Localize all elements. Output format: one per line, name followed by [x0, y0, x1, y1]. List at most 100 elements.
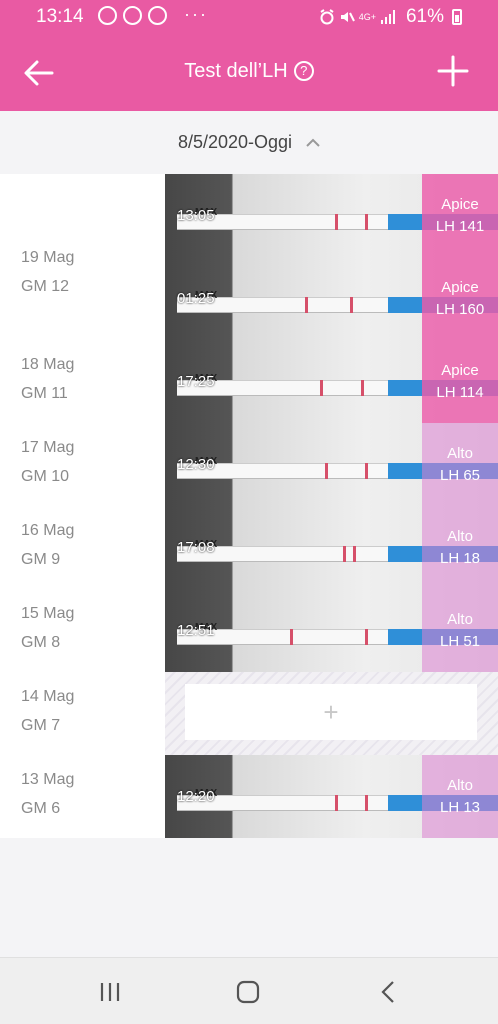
signal-icon — [380, 10, 395, 24]
lh-level: Alto — [447, 611, 473, 628]
page-title: Test dell’LH? — [0, 60, 498, 83]
test-strip-photo[interactable]: MAX 17:08 Alto LH 18 — [165, 506, 498, 589]
test-time: 13:05 — [177, 207, 215, 224]
day-cell: 19 Mag GM 12 — [0, 249, 165, 340]
test-row: 18 Mag GM 11 MAX 17:25 Apice LH 114 — [0, 340, 498, 423]
day-cell — [0, 174, 165, 257]
day-cell: 18 Mag GM 11 — [0, 340, 165, 423]
day-label: 15 Mag — [21, 605, 75, 622]
test-row: MAX 13:05 Apice LH 141 — [0, 174, 498, 257]
day-cell: 14 Mag GM 7 — [0, 672, 165, 755]
test-row: 16 Mag GM 9 MAX 17:08 Alto LH 18 — [0, 506, 498, 589]
more-notifications: ··· — [184, 4, 208, 24]
lh-result-badge: Alto LH 65 — [422, 423, 498, 506]
lh-value: LH 160 — [435, 301, 485, 318]
cycle-day-label: GM 8 — [21, 634, 61, 651]
test-line — [365, 463, 368, 479]
chrome-icon — [148, 6, 167, 25]
test-time: 17:25 — [177, 373, 215, 390]
test-strip-photo[interactable]: MAX 01:25 Apice LH 160 — [165, 257, 498, 340]
lh-value: LH 114 — [436, 384, 484, 401]
lh-level: Alto — [447, 777, 473, 794]
test-strip-photo[interactable]: MAX 17:25 Apice LH 114 — [165, 340, 498, 423]
alarm-icon — [320, 9, 334, 25]
cycle-day-label: GM 10 — [21, 468, 70, 485]
test-line — [361, 380, 364, 396]
day-label: 14 Mag — [21, 688, 75, 705]
lh-result-badge: Alto LH 13 — [422, 755, 498, 838]
test-line — [365, 629, 368, 645]
lh-level: Apice — [441, 279, 479, 296]
cycle-day-label: GM 12 — [21, 278, 70, 295]
add-test-button[interactable]: + — [185, 684, 477, 740]
status-bar: 13:14 ··· 4G+ 61% — [0, 0, 498, 34]
lh-result-badge: Apice LH 114 — [422, 340, 498, 423]
test-strip-photo[interactable]: MAX 13:05 Apice LH 141 — [165, 174, 498, 257]
test-time: 12:51 — [177, 622, 215, 639]
lh-level: Apice — [441, 362, 479, 379]
add-icon[interactable] — [436, 54, 470, 88]
cycle-day-label: GM 6 — [21, 800, 61, 817]
battery-icon — [452, 9, 462, 25]
test-row: 13 Mag GM 6 MAX 12:20 Alto LH 13 — [0, 755, 498, 838]
lh-result-badge: Alto LH 18 — [422, 506, 498, 589]
lh-value: LH 65 — [439, 467, 481, 484]
help-icon[interactable]: ? — [293, 61, 314, 81]
day-cell: 13 Mag GM 6 — [0, 755, 165, 838]
lh-level: Apice — [441, 196, 479, 213]
test-line — [335, 795, 338, 811]
app-header: Test dell’LH? — [0, 34, 498, 111]
recent-apps-icon[interactable] — [96, 978, 124, 1006]
test-row: 14 Mag GM 7 + — [0, 672, 498, 755]
lh-result-badge: Alto LH 51 — [422, 589, 498, 672]
notification-icons — [98, 6, 167, 25]
test-line — [320, 380, 323, 396]
day-label: 18 Mag — [21, 356, 75, 373]
lh-level: Alto — [447, 528, 473, 545]
test-line — [365, 795, 368, 811]
day-label: 19 Mag — [21, 249, 75, 266]
test-line — [343, 546, 346, 562]
lh-value: LH 51 — [439, 633, 481, 650]
cycle-day-label: GM 11 — [21, 385, 68, 402]
test-line — [353, 546, 356, 562]
test-time: 12:20 — [177, 788, 215, 805]
test-time: 12:30 — [177, 456, 215, 473]
lh-value: LH 141 — [435, 218, 485, 235]
chrome-icon — [123, 6, 142, 25]
test-row: 15 Mag GM 8 MAX 12:51 Alto LH 51 — [0, 589, 498, 672]
empty-test-slot: + — [165, 672, 498, 755]
test-row: 19 Mag GM 12 MAX 01:25 Apice LH 160 — [0, 249, 498, 340]
day-cell: 16 Mag GM 9 — [0, 506, 165, 589]
system-status: 4G+ 61% — [319, 6, 462, 28]
chevron-up-icon — [306, 138, 320, 147]
lh-test-list: MAX 13:05 Apice LH 141 19 Mag GM 12 MAX 01:25 Ap… — [0, 174, 498, 838]
test-strip-photo[interactable]: MAX 12:30 Alto LH 65 — [165, 423, 498, 506]
lh-value: LH 18 — [439, 550, 481, 567]
test-line — [350, 297, 353, 313]
test-strip-photo[interactable]: MAX 12:20 Alto LH 13 — [165, 755, 498, 838]
test-line — [335, 214, 338, 230]
status-time: 13:14 — [36, 6, 84, 27]
test-line — [305, 297, 308, 313]
lh-result-badge: Apice LH 141 — [422, 174, 498, 257]
mute-icon — [340, 12, 355, 22]
home-icon[interactable] — [234, 978, 262, 1006]
lh-result-badge: Apice LH 160 — [422, 257, 498, 340]
lh-value: LH 13 — [439, 799, 481, 816]
day-label: 16 Mag — [21, 522, 75, 539]
test-time: 01:25 — [177, 290, 215, 307]
date-range-selector[interactable]: 8/5/2020-Oggi — [0, 111, 498, 174]
day-cell: 15 Mag GM 8 — [0, 589, 165, 672]
test-line — [365, 214, 368, 230]
whatsapp-icon — [98, 6, 117, 25]
page-title-text: Test dell’LH — [184, 60, 288, 82]
day-cell: 17 Mag GM 10 — [0, 423, 165, 506]
cycle-day-label: GM 7 — [21, 717, 61, 734]
plus-icon: + — [323, 696, 339, 727]
test-strip-photo[interactable]: MAX 12:51 Alto LH 51 — [165, 589, 498, 672]
system-nav-bar — [0, 957, 498, 1024]
back-icon[interactable] — [375, 978, 403, 1006]
network-type-label: 4G+ — [358, 12, 376, 22]
cycle-day-label: GM 9 — [21, 551, 61, 568]
